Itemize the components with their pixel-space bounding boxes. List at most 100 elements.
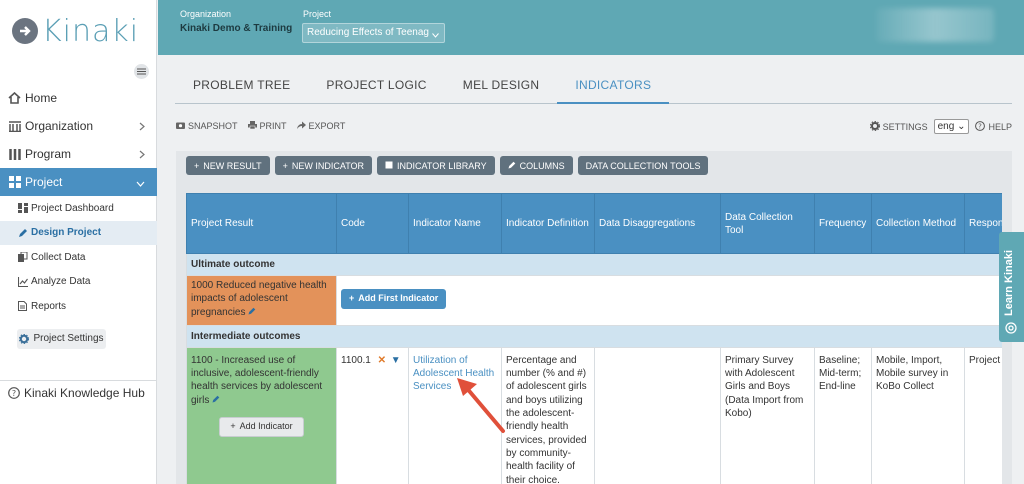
subitem-label: Collect Data	[31, 251, 86, 263]
arrow-right-circle-icon	[12, 18, 38, 44]
result-cell[interactable]: 1000 Reduced negative health impacts of …	[186, 275, 337, 326]
data-collection-tools-button[interactable]: DATA COLLECTION TOOLS	[577, 156, 709, 175]
tab-project-logic[interactable]: PROJECT LOGIC	[308, 66, 444, 104]
column-header[interactable]: Data Disaggregations	[594, 193, 721, 254]
project-select[interactable]: Reducing Effects of Teenag	[302, 23, 445, 43]
sidebar-subitem-collect-data[interactable]: Collect Data	[0, 245, 157, 270]
project-settings-button[interactable]: Project Settings	[17, 328, 106, 349]
chevron-down-icon: ⌄	[957, 121, 966, 132]
project-settings-label: Project Settings	[33, 333, 104, 344]
line-chart-icon	[17, 276, 28, 287]
sidebar-item-program[interactable]: Program	[0, 140, 157, 168]
gear-icon	[869, 120, 880, 133]
indicator-library-button[interactable]: INDICATOR LIBRARY	[377, 156, 495, 175]
lifebuoy-icon	[1005, 322, 1017, 337]
subitem-label: Design Project	[31, 227, 102, 239]
settings-button[interactable]: SETTINGS	[869, 120, 928, 133]
new-indicator-button[interactable]: + NEW INDICATOR	[274, 156, 373, 175]
sidebar-subitem-reports[interactable]: Reports	[0, 294, 157, 319]
design-tabs: PROBLEM TREE PROJECT LOGIC MEL DESIGN IN…	[175, 66, 1012, 104]
hamburger-icon	[137, 68, 146, 75]
sidebar-item-project[interactable]: Project	[0, 168, 157, 196]
tab-indicators[interactable]: INDICATORS	[557, 66, 670, 104]
chevron-down-icon	[432, 30, 439, 41]
indicators-table: Project Result Code Indicator Name Indic…	[186, 193, 1002, 484]
svg-text:?: ?	[12, 389, 16, 398]
sidebar: Kinaki Home Organization Program Project…	[0, 0, 157, 484]
collection-tool-cell: Primary Survey with Adolescent Girls and…	[720, 346, 815, 484]
org-label: Organization	[180, 9, 232, 19]
settings-label: SETTINGS	[882, 121, 928, 132]
sidebar-subitem-design-project[interactable]: Design Project	[0, 220, 157, 245]
share-arrow-icon	[296, 121, 306, 131]
result-cell[interactable]: 1100 - Increased use of inclusive, adole…	[186, 346, 337, 484]
column-header[interactable]: Indicator Name	[408, 193, 502, 254]
language-select[interactable]: eng ⌄	[933, 119, 970, 134]
tab-mel-design[interactable]: MEL DESIGN	[445, 66, 558, 104]
section-title: Ultimate outcome	[186, 253, 1002, 276]
column-header[interactable]: Project Result	[186, 193, 337, 254]
caret-down-icon[interactable]: ▼	[391, 355, 401, 366]
help-label: HELP	[988, 121, 1012, 132]
section-row-intermediate: Intermediate outcomes	[186, 324, 1002, 348]
tab-problem-tree[interactable]: PROBLEM TREE	[175, 66, 308, 104]
pencil-icon[interactable]	[248, 307, 256, 318]
indicator-library-label: INDICATOR LIBRARY	[397, 160, 487, 171]
add-indicator-button[interactable]: + Add Indicator	[219, 417, 304, 438]
frequency-cell: Baseline; Mid-term; End-line	[814, 346, 872, 484]
grid-icon	[8, 176, 21, 189]
sidebar-subitem-analyze-data[interactable]: Analyze Data	[0, 270, 157, 295]
learn-kinaki-tab[interactable]: Learn Kinaki	[999, 232, 1024, 342]
sidebar-item-organization[interactable]: Organization	[0, 112, 157, 140]
plus-icon: +	[282, 160, 288, 171]
copy-icon	[17, 252, 28, 263]
help-button[interactable]: ? HELP	[975, 120, 1012, 133]
plus-icon: +	[230, 421, 236, 432]
column-header[interactable]: Code	[336, 193, 409, 254]
disaggregations-cell	[594, 346, 721, 484]
kinaki-logo[interactable]: Kinaki	[0, 0, 156, 62]
indicator-code: 1100.1	[341, 354, 371, 366]
section-title: Intermediate outcomes	[186, 324, 1002, 348]
question-circle-icon: ?	[975, 120, 986, 133]
book-icon	[385, 161, 393, 171]
responsible-cell: Project	[964, 346, 1002, 484]
chevron-right-icon	[139, 148, 145, 162]
sidebar-subitem-project-dashboard[interactable]: Project Dashboard	[0, 196, 157, 221]
sidebar-item-label: Program	[25, 147, 72, 161]
pencil-icon	[508, 161, 516, 171]
sidebar-item-home[interactable]: Home	[0, 84, 157, 112]
snapshot-button[interactable]: SNAPSHOT	[176, 121, 238, 131]
column-header[interactable]: Collection Method	[871, 193, 965, 254]
logo-text: Kinaki	[42, 13, 140, 49]
question-circle-icon: ?	[8, 386, 20, 399]
pencil-icon[interactable]	[212, 395, 220, 406]
add-first-indicator-button[interactable]: + Add First Indicator	[341, 289, 447, 309]
page-settings-actions: SETTINGS eng ⌄ ? HELP	[869, 119, 1012, 134]
subitem-label: Reports	[31, 300, 67, 312]
chevron-down-icon	[136, 176, 145, 190]
column-header[interactable]: Respons	[964, 193, 1002, 254]
column-header[interactable]: Frequency	[814, 193, 872, 254]
sidebar-item-label: Organization	[25, 119, 94, 133]
top-header: Organization Kinaki Demo & Training Proj…	[158, 0, 1024, 55]
sidebar-nav: Home Organization Program Project Projec…	[0, 84, 157, 349]
toolbar-buttons: + NEW RESULT + NEW INDICATOR INDICATOR LIB…	[186, 156, 709, 175]
result-text: 1000 Reduced negative health impacts of …	[191, 280, 327, 318]
new-result-button[interactable]: + NEW RESULT	[186, 156, 270, 175]
indicator-name-cell: Utilization of Adolescent Health Service…	[408, 346, 502, 484]
print-button[interactable]: PRINT	[247, 121, 287, 131]
user-menu-blurred[interactable]	[876, 8, 994, 42]
export-button[interactable]: EXPORT	[296, 121, 345, 131]
data-collection-tools-label: DATA COLLECTION TOOLS	[585, 160, 701, 171]
close-icon[interactable]: ✕	[378, 355, 386, 366]
sidebar-item-label: Project	[25, 175, 63, 189]
indicator-name-link[interactable]: Utilization of Adolescent Health Service…	[413, 355, 494, 393]
sidebar-item-knowledge-hub[interactable]: ? Kinaki Knowledge Hub	[0, 380, 157, 402]
columns-button[interactable]: COLUMNS	[499, 156, 573, 175]
column-header[interactable]: Data Collection Tool	[720, 193, 815, 254]
table-row: 1000 Reduced negative health impacts of …	[186, 275, 1002, 326]
collapse-sidebar-button[interactable]	[134, 64, 149, 79]
table-row: 1100 - Increased use of inclusive, adole…	[186, 346, 1002, 484]
column-header[interactable]: Indicator Definition	[501, 193, 595, 254]
